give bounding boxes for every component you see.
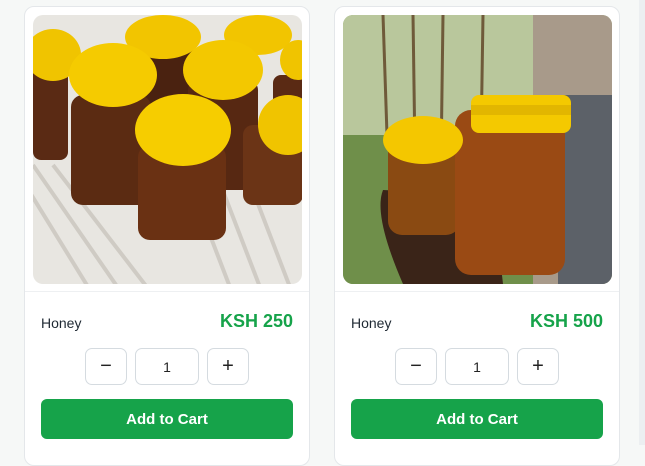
product-card: Honey KSH 250 − + Add to Cart bbox=[24, 6, 310, 466]
divider bbox=[25, 291, 309, 292]
quantity-input[interactable] bbox=[445, 348, 509, 385]
decrease-quantity-button[interactable]: − bbox=[85, 348, 127, 385]
honey-jars-in-hand-photo bbox=[343, 15, 612, 284]
increase-quantity-button[interactable]: + bbox=[517, 348, 559, 385]
increase-quantity-button[interactable]: + bbox=[207, 348, 249, 385]
quantity-input[interactable] bbox=[135, 348, 199, 385]
product-image[interactable] bbox=[33, 15, 302, 284]
decrease-quantity-button[interactable]: − bbox=[395, 348, 437, 385]
product-card: Honey KSH 500 − + Add to Cart bbox=[334, 6, 620, 466]
add-to-cart-button[interactable]: Add to Cart bbox=[351, 399, 603, 439]
divider bbox=[335, 291, 619, 292]
product-name: Honey bbox=[41, 315, 82, 331]
product-price: KSH 500 bbox=[529, 311, 603, 331]
honey-jars-crate-photo bbox=[33, 15, 302, 284]
page-scrollbar[interactable] bbox=[639, 0, 645, 445]
product-price: KSH 250 bbox=[219, 311, 293, 331]
product-image[interactable] bbox=[343, 15, 612, 284]
product-name: Honey bbox=[351, 315, 392, 331]
add-to-cart-button[interactable]: Add to Cart bbox=[41, 399, 293, 439]
